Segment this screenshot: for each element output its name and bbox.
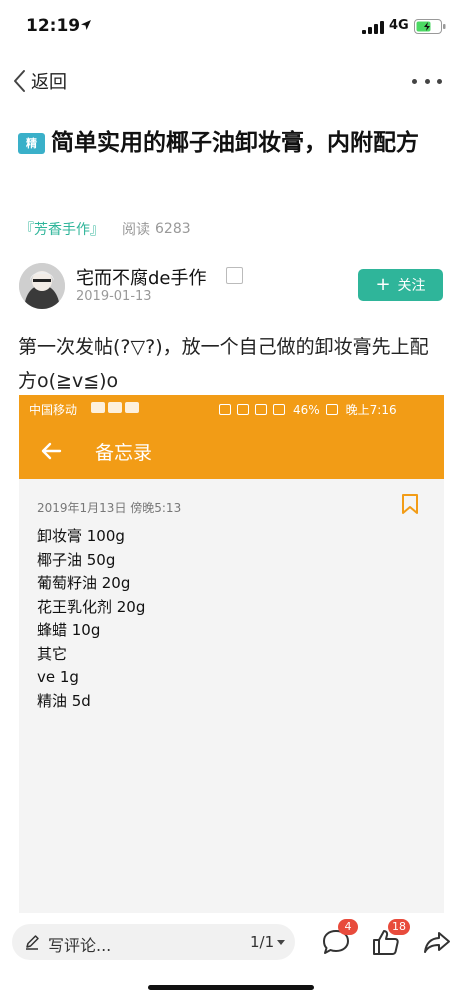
hd-icon bbox=[237, 404, 249, 415]
battery-icon bbox=[414, 19, 446, 34]
signal-icon bbox=[362, 21, 384, 34]
embedded-screenshot[interactable]: 中国移动 46% 晚上7:16 备忘录 2019年1月13日 傍晚5:13 卸妆… bbox=[19, 395, 444, 913]
status-bar: 12:19 4G bbox=[0, 0, 462, 54]
memo-datetime: 2019年1月13日 傍晚5:13 bbox=[37, 501, 182, 515]
comment-button[interactable]: 4 bbox=[320, 919, 358, 958]
post-meta: 『芳香手作』 阅读 6283 bbox=[20, 218, 191, 240]
screenshot-carrier: 中国移动 bbox=[29, 403, 78, 417]
network-type: 4G bbox=[389, 18, 409, 33]
home-indicator bbox=[148, 985, 314, 990]
post-title: 简单实用的椰子油卸妆膏，内附配方 bbox=[51, 130, 419, 156]
screenshot-app-title: 备忘录 bbox=[95, 442, 153, 464]
read-label: 阅读 bbox=[122, 222, 150, 238]
nav-bar: 返回 bbox=[0, 58, 462, 104]
arrow-left-icon bbox=[41, 442, 62, 460]
post-date: 2019-01-13 bbox=[76, 289, 152, 304]
page-selector[interactable]: 1/1 bbox=[250, 933, 286, 951]
wifi-icon bbox=[255, 404, 267, 415]
comment-placeholder: 写评论... bbox=[48, 936, 112, 955]
memo-line: ve 1g bbox=[37, 668, 79, 686]
author-name[interactable]: 宅而不腐de手作 bbox=[76, 264, 207, 290]
comment-input[interactable]: 写评论... 1/1 bbox=[12, 924, 295, 960]
page-indicator: 1/1 bbox=[250, 933, 275, 951]
screenshot-battery: 46% bbox=[293, 402, 320, 417]
author-badge-icon bbox=[226, 267, 243, 284]
elite-badge: 精 bbox=[18, 133, 45, 154]
like-button[interactable]: 18 bbox=[370, 919, 410, 958]
post-body: 第一次发帖(?▽?)，放一个自己做的卸妆膏先上配方o(≧v≦)o bbox=[18, 336, 429, 392]
circle-link[interactable]: 『芳香手作』 bbox=[20, 219, 104, 239]
follow-label: 关注 bbox=[397, 278, 426, 294]
comment-count: 4 bbox=[338, 919, 358, 935]
bookmark-icon bbox=[402, 494, 418, 514]
screenshot-status-right: 46% 晚上7:16 bbox=[219, 401, 397, 418]
avatar-image bbox=[19, 263, 65, 309]
signal-icon bbox=[273, 404, 285, 415]
pencil-icon bbox=[26, 935, 39, 950]
memo-line: 精油 5d bbox=[37, 691, 91, 710]
battery-icon bbox=[325, 404, 338, 415]
follow-button[interactable]: + 关注 bbox=[358, 269, 443, 301]
screenshot-status-bar: 中国移动 46% 晚上7:16 bbox=[19, 395, 444, 423]
back-label: 返回 bbox=[31, 72, 67, 93]
plus-icon: + bbox=[375, 274, 391, 295]
location-arrow-icon bbox=[81, 20, 91, 30]
read-count: 6283 bbox=[155, 221, 191, 237]
memo-line: 葡萄籽油 20g bbox=[37, 574, 131, 592]
notification-icons bbox=[91, 402, 139, 413]
memo-line: 花王乳化剂 20g bbox=[37, 597, 146, 616]
back-chevron-icon bbox=[14, 70, 25, 92]
like-count: 18 bbox=[388, 919, 410, 935]
screenshot-time: 晚上7:16 bbox=[345, 403, 397, 417]
memo-line: 蜂蜡 10g bbox=[37, 621, 101, 639]
memo-line: 其它 bbox=[37, 644, 68, 663]
vibrate-icon bbox=[219, 404, 231, 415]
back-button[interactable]: 返回 bbox=[12, 66, 67, 96]
share-icon bbox=[424, 932, 450, 953]
memo-lines: 卸妆膏 100g 椰子油 50g 葡萄籽油 20g 花王乳化剂 20g 蜂蜡 1… bbox=[37, 525, 145, 713]
status-time: 12:19 bbox=[26, 16, 81, 36]
caret-down-icon bbox=[277, 939, 286, 945]
share-button[interactable] bbox=[421, 926, 453, 958]
memo-line: 卸妆膏 100g bbox=[37, 527, 125, 545]
post-title-block: 精简单实用的椰子油卸妆膏，内附配方 bbox=[18, 124, 444, 162]
screenshot-app-bar: 备忘录 bbox=[19, 423, 444, 479]
memo-line: 椰子油 50g bbox=[37, 550, 116, 569]
more-icon[interactable] bbox=[412, 68, 442, 94]
avatar[interactable] bbox=[19, 263, 65, 309]
